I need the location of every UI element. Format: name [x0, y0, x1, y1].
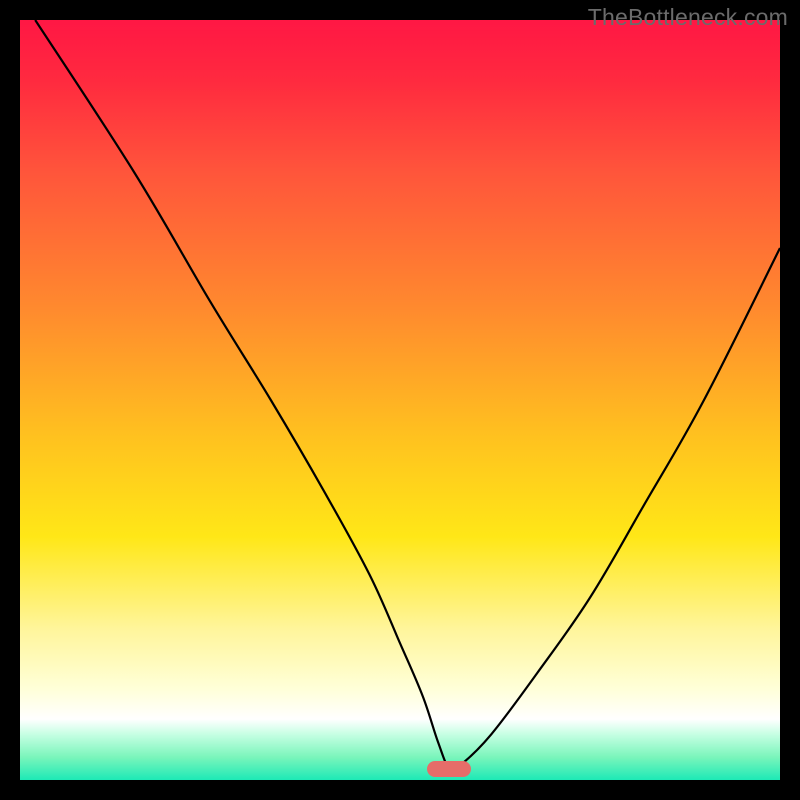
chart-container: TheBottleneck.com — [0, 0, 800, 800]
watermark-text: TheBottleneck.com — [588, 4, 788, 31]
plot-area — [20, 20, 780, 780]
chart-svg — [20, 20, 780, 780]
chart-background — [20, 20, 780, 780]
optimal-point-marker — [427, 761, 471, 777]
